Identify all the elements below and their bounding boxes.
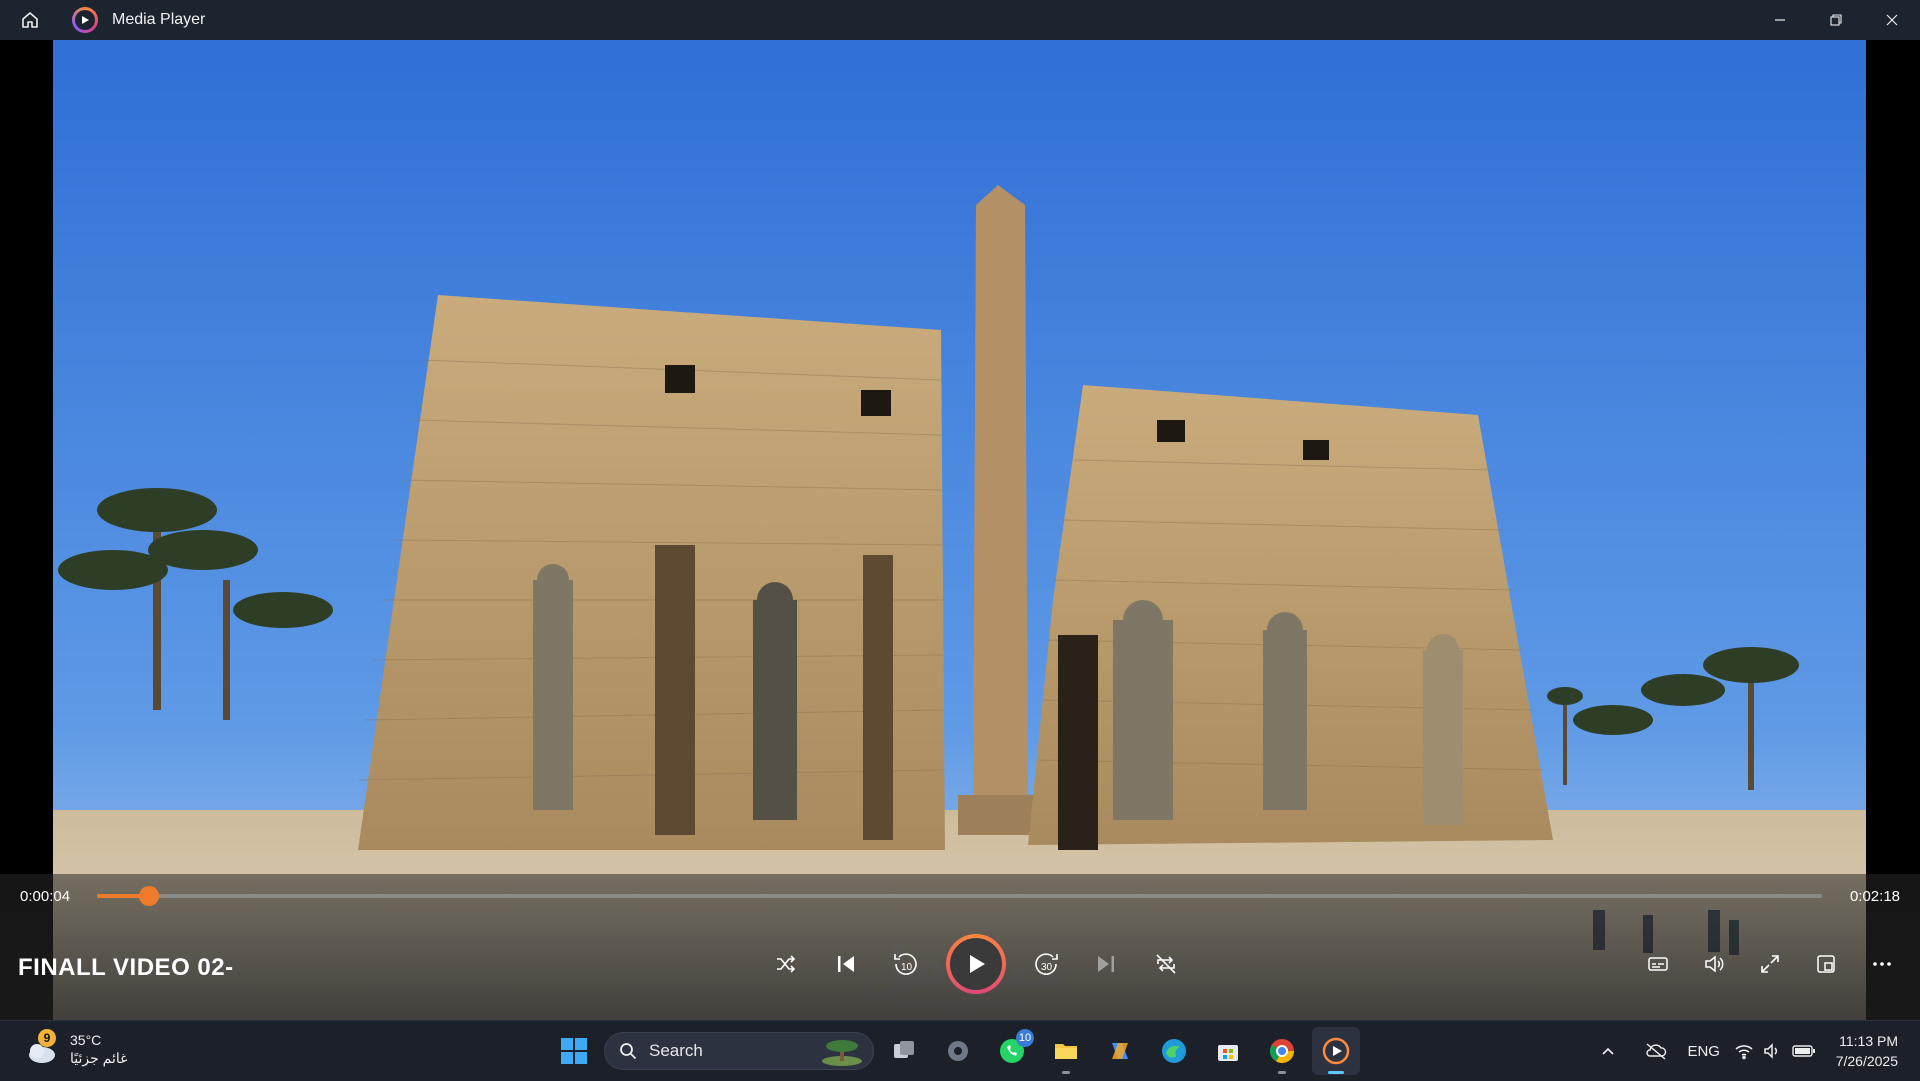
close-button[interactable] [1864, 0, 1920, 40]
subtitles-icon [1648, 957, 1668, 971]
duration: 0:02:18 [1849, 888, 1900, 905]
shuffle-button[interactable] [760, 938, 812, 990]
seek-thumb[interactable] [138, 886, 159, 906]
previous-button[interactable] [820, 938, 872, 990]
next-button[interactable] [1080, 938, 1132, 990]
running-indicator [1062, 1071, 1070, 1074]
taskbar: 9 35°C غائم جزئيًا Search 10 ENG 11:13 P… [0, 1020, 1920, 1081]
speaker-icon [1763, 1043, 1777, 1059]
forward-30-button[interactable]: 30 [1020, 938, 1072, 990]
fullscreen-button[interactable] [1744, 938, 1796, 990]
task-view-button[interactable] [880, 1027, 928, 1075]
windows-logo-icon [561, 1038, 587, 1064]
home-icon [22, 12, 38, 28]
mini-player-button[interactable] [1800, 938, 1852, 990]
rewind-10-icon: 10 [894, 953, 917, 975]
play-icon [970, 955, 985, 973]
edge-icon [1162, 1039, 1186, 1063]
whatsapp-badge: 10 [1016, 1029, 1034, 1047]
next-icon [1098, 956, 1114, 972]
taskbar-search[interactable]: Search [604, 1032, 874, 1070]
right-controls [1632, 938, 1908, 990]
system-tray: ENG 11:13 PM 7/26/2025 [1584, 1021, 1908, 1081]
svg-text:10: 10 [901, 962, 913, 973]
onedrive-offline-icon [1646, 1043, 1666, 1060]
running-indicator [1278, 1071, 1286, 1074]
previous-icon [838, 956, 854, 972]
more-button[interactable] [1856, 938, 1908, 990]
file-explorer-button[interactable] [1042, 1027, 1090, 1075]
search-highlight-icon [822, 1040, 862, 1066]
chevron-up-icon [1602, 1047, 1614, 1055]
network-volume-battery[interactable] [1728, 1021, 1822, 1081]
minimize-button[interactable] [1752, 0, 1808, 40]
volume-button[interactable] [1688, 938, 1740, 990]
chrome-button[interactable] [1258, 1027, 1306, 1075]
title-bar: Media Player [0, 0, 1920, 40]
start-button[interactable] [550, 1027, 598, 1075]
clock-date: 7/26/2025 [1835, 1053, 1898, 1069]
search-label: Search [649, 1041, 703, 1060]
repeat-off-icon [1156, 954, 1176, 974]
running-indicator [1328, 1071, 1344, 1074]
copilot-icon [1112, 1043, 1128, 1059]
restore-icon [1830, 14, 1842, 26]
more-icon [1873, 962, 1891, 966]
weather-badge: 9 [38, 1029, 56, 1047]
shuffle-icon [777, 955, 796, 973]
media-title: FINALL VIDEO 02- [18, 954, 234, 981]
search-icon [620, 1043, 637, 1060]
microsoft-store-button[interactable] [1204, 1027, 1252, 1075]
minimize-icon [1775, 19, 1785, 21]
window-title: Media Player [112, 11, 206, 28]
play-button[interactable] [946, 934, 1006, 994]
weather-icon: 9 [24, 1029, 64, 1069]
copilot-button[interactable] [1096, 1027, 1144, 1075]
battery-icon [1792, 1045, 1815, 1057]
mini-player-icon [1817, 955, 1835, 973]
rewind-10-button[interactable]: 10 [880, 938, 932, 990]
transport-controls: 10 30 [760, 934, 1192, 994]
restore-button[interactable] [1808, 0, 1864, 40]
video-image [53, 40, 1866, 1020]
clock[interactable]: 11:13 PM 7/26/2025 [1822, 1031, 1908, 1071]
svg-text:30: 30 [1041, 962, 1053, 973]
microsoft-store-icon [1218, 1045, 1238, 1061]
media-player-button[interactable] [1312, 1027, 1360, 1075]
media-player-icon [1322, 1037, 1350, 1065]
onedrive-button[interactable] [1632, 1021, 1680, 1081]
show-hidden-icons-button[interactable] [1584, 1021, 1632, 1081]
settings-button[interactable] [934, 1027, 982, 1075]
fullscreen-icon [1761, 955, 1779, 973]
subtitles-button[interactable] [1632, 938, 1684, 990]
video-frame[interactable] [53, 40, 1866, 1020]
task-view-icon [894, 1041, 914, 1058]
file-explorer-icon [1055, 1044, 1077, 1059]
edge-button[interactable] [1150, 1027, 1198, 1075]
current-time: 0:00:04 [20, 888, 71, 905]
forward-30-icon: 30 [1035, 953, 1058, 975]
volume-icon [1705, 955, 1724, 973]
player-controls: 0:00:04 0:02:18 FINALL VIDEO 02- 10 30 [0, 874, 1920, 1020]
chrome-icon [1269, 1039, 1294, 1064]
repeat-button[interactable] [1140, 938, 1192, 990]
clock-time: 11:13 PM [1839, 1033, 1898, 1049]
weather-condition: غائم جزئيًا [70, 1050, 128, 1066]
weather-widget[interactable]: 9 35°C غائم جزئيًا [24, 1029, 127, 1069]
home-button[interactable] [0, 0, 60, 40]
media-player-logo [72, 7, 98, 33]
language-indicator[interactable]: ENG [1680, 1021, 1728, 1081]
weather-temperature: 35°C [70, 1032, 102, 1048]
whatsapp-button[interactable]: 10 [988, 1027, 1036, 1075]
seek-bar[interactable] [97, 886, 1822, 906]
taskbar-apps: Search 10 [550, 1027, 1360, 1075]
video-stage[interactable] [0, 40, 1920, 1020]
wifi-icon [1735, 1045, 1753, 1060]
settings-icon [948, 1041, 968, 1061]
close-icon [1886, 14, 1898, 26]
